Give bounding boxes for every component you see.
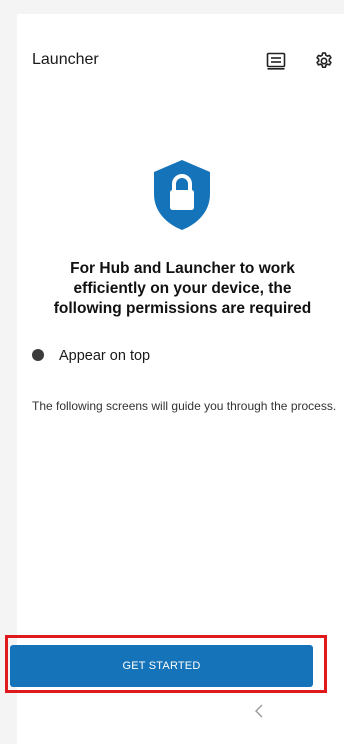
permissions-headline: For Hub and Launcher to work efficiently… [33, 259, 332, 319]
top-bar: Launcher [17, 44, 344, 78]
back-button[interactable] [250, 700, 268, 722]
guide-text: The following screens will guide you thr… [32, 399, 337, 413]
shield-lock-icon [150, 158, 214, 232]
gear-icon [316, 52, 332, 69]
headline-line: following permissions are required [53, 300, 312, 317]
chevron-left-icon [255, 704, 263, 718]
bullet-icon [32, 349, 44, 361]
news-feed-icon [266, 52, 286, 70]
headline-line: efficiently on your device, the [73, 280, 292, 297]
app-title: Launcher [32, 51, 99, 68]
get-started-button[interactable]: GET STARTED [10, 645, 313, 687]
news-feed-button[interactable] [263, 48, 289, 74]
settings-button[interactable] [311, 48, 337, 74]
permission-item-appear-on-top: Appear on top [32, 346, 322, 370]
headline-line: For Hub and Launcher to work [70, 260, 295, 277]
permission-label: Appear on top [59, 348, 151, 364]
